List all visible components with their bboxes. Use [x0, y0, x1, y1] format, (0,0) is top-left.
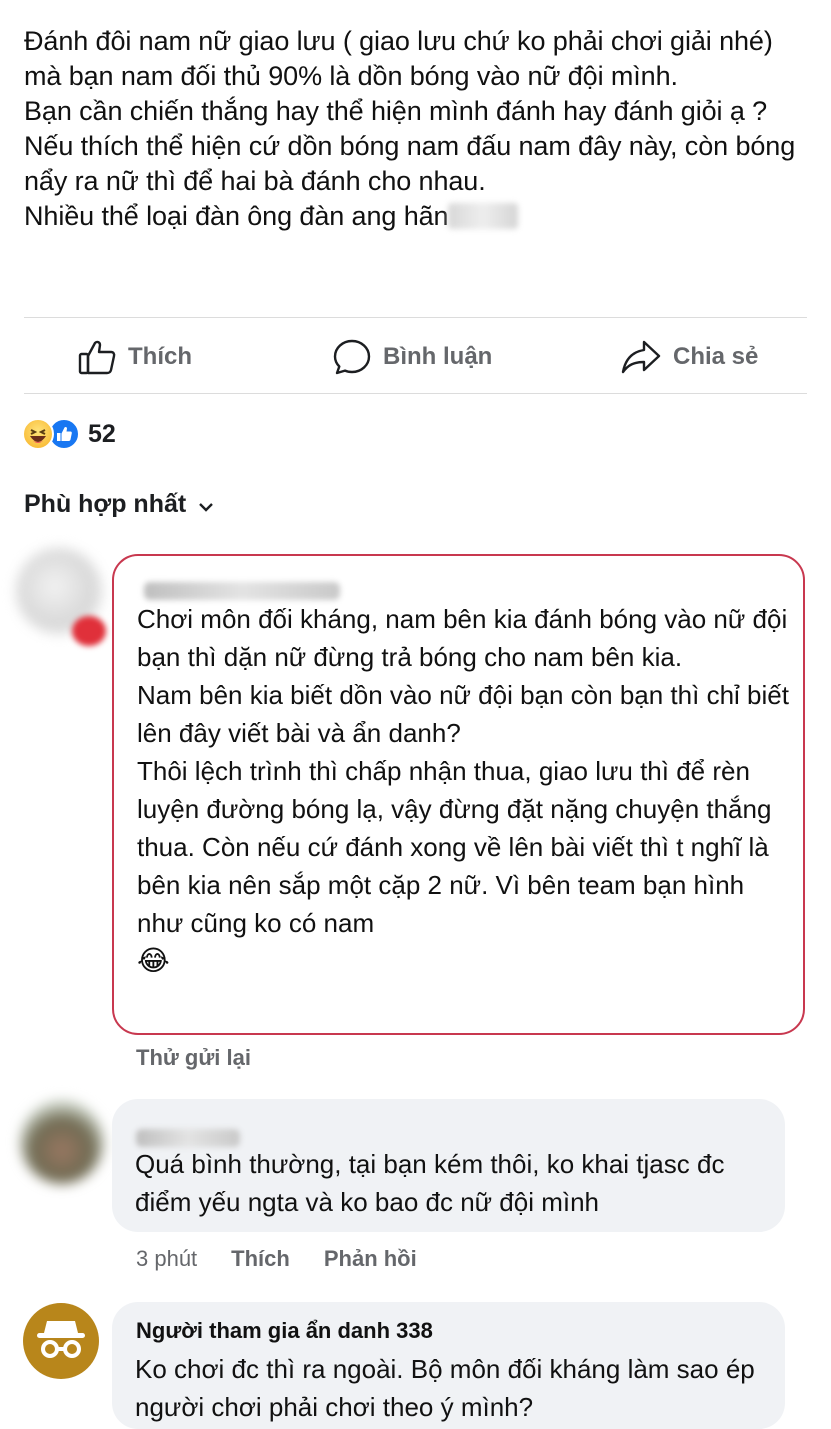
laughing-emoji-icon: 😂 [137, 945, 170, 976]
comment-paragraph: Chơi môn đối kháng, nam bên kia đánh bón… [137, 604, 788, 672]
comment-meta: 3 phút Thích Phản hồi [136, 1246, 417, 1272]
comment-body: Ko chơi đc thì ra ngoài. Bộ môn đối khán… [135, 1354, 755, 1422]
comment-bubble-icon [333, 339, 371, 375]
comment-time: 3 phút [136, 1246, 198, 1271]
comment-sort-dropdown[interactable]: Phù hợp nhất [24, 490, 214, 519]
comment-button[interactable]: Bình luận [333, 328, 492, 386]
anonymous-icon [33, 1317, 89, 1366]
comment-body: Chơi môn đối kháng, nam bên kia đánh bón… [137, 600, 797, 980]
comment-paragraph: Thôi lệch trình thì chấp nhận thua, giao… [137, 756, 772, 938]
post-last-line: Nhiều thể loại đàn ông đàn ang hãn [24, 201, 449, 231]
post-paragraph: Nếu thích thể hiện cứ dồn bóng nam đấu n… [24, 131, 796, 196]
redacted-text [448, 203, 519, 229]
chevron-down-icon [198, 490, 214, 519]
haha-icon [22, 418, 54, 450]
share-arrow-icon [621, 340, 661, 374]
post-action-bar: Thích Bình luận Chia sẻ [0, 328, 831, 386]
reaction-summary[interactable]: 52 [22, 418, 116, 450]
pending-comment: Chơi môn đối kháng, nam bên kia đánh bón… [112, 554, 805, 1035]
comment-author[interactable]: Người tham gia ẩn danh 338 [136, 1318, 433, 1344]
comment-paragraph: Nam bên kia biết dồn vào nữ đội bạn còn … [137, 680, 789, 748]
comment-body: Quá bình thường, tại bạn kém thôi, ko kh… [135, 1149, 725, 1217]
like-button[interactable]: Thích [78, 328, 192, 386]
author-name-redacted [144, 582, 340, 600]
avatar[interactable] [20, 1100, 104, 1184]
share-button[interactable]: Chia sẻ [621, 328, 758, 386]
retry-button[interactable]: Thử gửi lại [136, 1045, 251, 1071]
sort-label: Phù hợp nhất [24, 490, 187, 518]
divider [24, 317, 807, 318]
comment-reply-button[interactable]: Phản hồi [324, 1246, 417, 1272]
comment-meta: Thử gửi lại [136, 1045, 251, 1071]
post-body: Đánh đôi nam nữ giao lưu ( giao lưu chứ … [24, 24, 814, 234]
badge-icon [72, 616, 106, 646]
post-paragraph: Nhiều thể loại đàn ông đàn ang hãn [24, 199, 814, 234]
thumbs-up-icon [78, 339, 116, 375]
reaction-count: 52 [88, 419, 116, 448]
divider [24, 393, 807, 394]
post-paragraph: Đánh đôi nam nữ giao lưu ( giao lưu chứ … [24, 26, 773, 91]
like-label: Thích [128, 343, 192, 370]
anonymous-avatar[interactable] [23, 1303, 99, 1379]
comment-label: Bình luận [383, 343, 493, 370]
comment-like-button[interactable]: Thích [231, 1246, 290, 1272]
post-paragraph: Bạn cần chiến thắng hay thể hiện mình đá… [24, 96, 768, 126]
comment-bubble: Quá bình thường, tại bạn kém thôi, ko kh… [112, 1099, 785, 1232]
share-label: Chia sẻ [673, 343, 759, 370]
